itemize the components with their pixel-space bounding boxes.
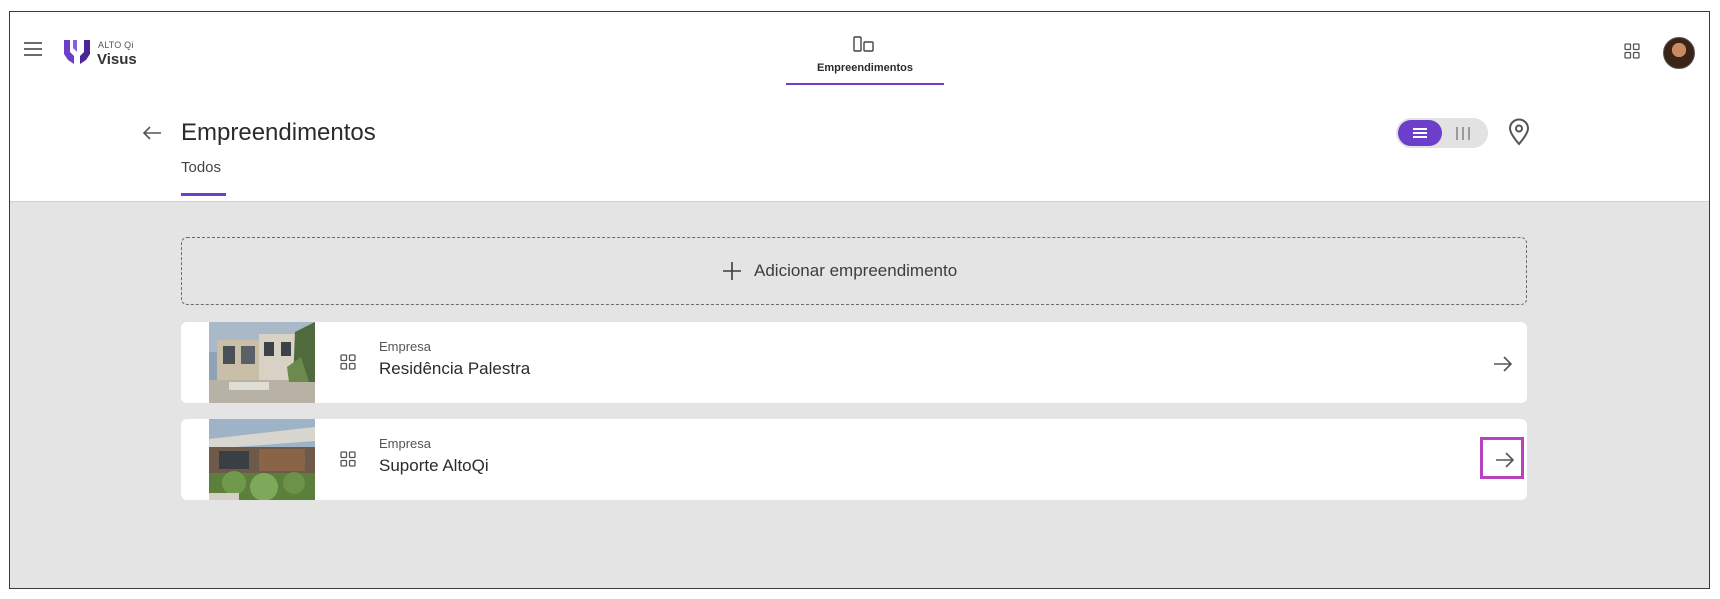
view-toggle[interactable] — [1396, 118, 1488, 148]
tab-label: Empreendimentos — [817, 62, 913, 74]
plus-icon — [723, 262, 741, 280]
brand-subtitle: ALTO Qi — [98, 40, 134, 50]
project-name: Suporte AltoQi — [379, 456, 489, 475]
open-project-button[interactable] — [1480, 437, 1524, 479]
page-header: Empreendimentos Todos — [10, 85, 1709, 202]
tab-todos-label: Todos — [181, 159, 222, 176]
tab-todos[interactable]: Todos — [181, 159, 226, 196]
tab-empreendimentos[interactable]: Empreendimentos — [786, 12, 944, 86]
visus-logo-icon[interactable] — [64, 38, 90, 66]
arrow-right-icon — [1494, 356, 1513, 372]
project-thumbnail — [209, 419, 315, 500]
add-project-label: Adicionar empreendimento — [754, 261, 958, 280]
app-window: ALTO Qi Visus Empreendimentos Empreendim… — [9, 11, 1710, 589]
user-avatar[interactable] — [1663, 37, 1695, 69]
project-name: Residência Palestra — [379, 359, 531, 378]
location-pin-icon[interactable] — [1507, 118, 1531, 146]
project-card[interactable]: Empresa Residência Palestra — [181, 322, 1527, 403]
tab-active-indicator — [181, 193, 226, 196]
grid-icon — [340, 354, 356, 370]
back-arrow-icon[interactable] — [142, 125, 162, 141]
top-bar: ALTO Qi Visus Empreendimentos — [10, 12, 1709, 86]
project-thumbnail — [209, 322, 315, 403]
menu-icon[interactable] — [24, 41, 42, 57]
grid-icon — [340, 451, 356, 467]
project-type: Empresa — [379, 339, 432, 354]
page-title: Empreendimentos — [181, 119, 376, 146]
brand-name: Visus — [97, 51, 137, 68]
project-card[interactable]: Empresa Suporte AltoQi — [181, 419, 1527, 500]
apps-grid-icon[interactable] — [1624, 43, 1640, 59]
project-list-area: Adicionar empreendimento Empresa Residên… — [10, 202, 1709, 588]
list-view-icon[interactable] — [1398, 120, 1442, 146]
arrow-right-icon — [1496, 452, 1515, 468]
project-tab-icon — [853, 36, 874, 52]
add-project-button[interactable]: Adicionar empreendimento — [181, 237, 1527, 305]
open-project-button[interactable] — [1481, 344, 1525, 386]
project-type: Empresa — [379, 436, 432, 451]
